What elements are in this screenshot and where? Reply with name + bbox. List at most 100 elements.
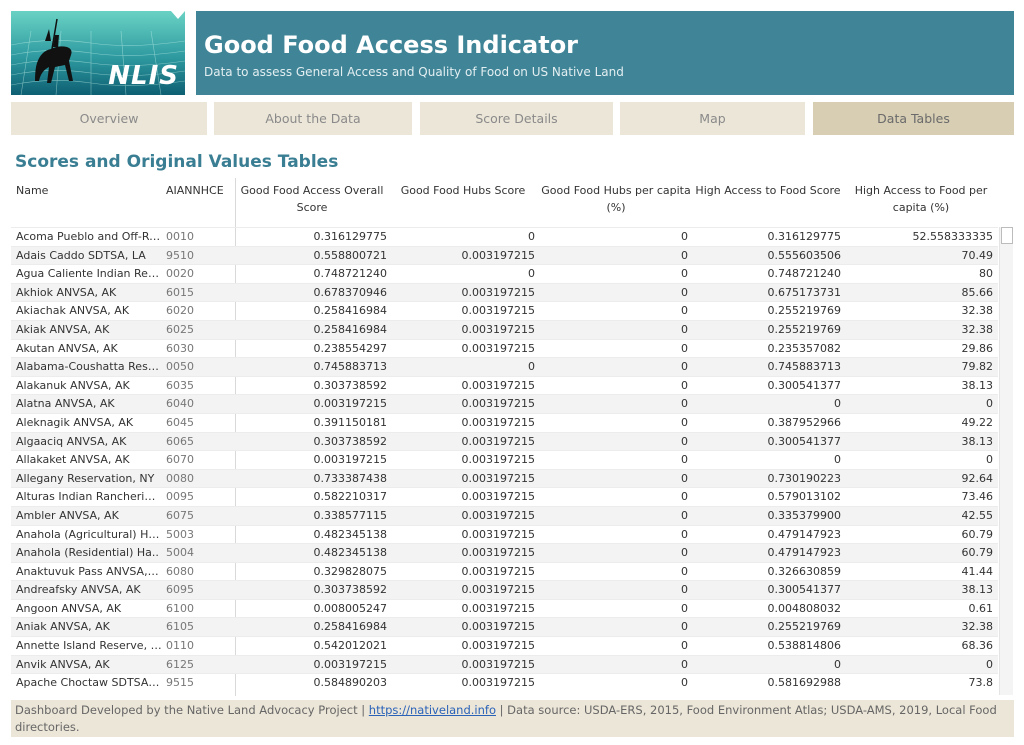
table-row[interactable]: Angoon ANVSA, AK 6100 0.008005247 0.0031972… [11, 598, 998, 618]
tab-overview[interactable]: Overview [11, 102, 207, 135]
cell-hubs: 0 [528, 267, 535, 281]
table-row[interactable]: Akhiok ANVSA, AK 6015 0.678370946 0.0031972… [11, 282, 998, 302]
table-row[interactable]: Aniak ANVSA, AK 6105 0.258416984 0.00319721… [11, 617, 998, 637]
cell-high: 0 [834, 453, 841, 467]
cell-high: 0.675173731 [767, 285, 841, 299]
cell-name: Aniak ANVSA, AK [16, 620, 110, 634]
table-row[interactable]: Alatna ANVSA, AK 6040 0.003197215 0.0031972… [11, 394, 998, 413]
table-row[interactable]: Akutan ANVSA, AK 6030 0.238554297 0.0031972… [11, 338, 998, 358]
cell-high-pc: 68.36 [961, 639, 994, 653]
table-row[interactable]: Algaaciq ANVSA, AK 6065 0.303738592 0.00319… [11, 431, 998, 451]
table-row[interactable]: Allakaket ANVSA, AK 6070 0.003197215 0.0031… [11, 450, 998, 469]
cell-high-pc: 52.558333335 [912, 230, 993, 243]
cell-name: Anvik ANVSA, AK [16, 657, 110, 671]
table-row[interactable]: Akiachak ANVSA, AK 6020 0.258416984 0.00319… [11, 301, 998, 320]
column-header-high-access-per-capita[interactable]: High Access to Food per capita (%) [851, 182, 991, 216]
column-header-name[interactable]: Name [16, 182, 48, 199]
nlis-logo[interactable]: NLIS [11, 11, 185, 95]
table-row[interactable]: Anahola (Agricultural) Ha.. 5003 0.4823451… [11, 524, 998, 544]
cell-hubs-pc: 0 [681, 267, 688, 281]
vertical-scrollbar[interactable] [999, 227, 1013, 695]
cell-hubs-pc: 0 [681, 304, 688, 318]
table-row[interactable]: Alakanuk ANVSA, AK 6035 0.303738592 0.00319… [11, 375, 998, 395]
cell-name: Agua Caliente Indian Rese.. [16, 267, 162, 281]
cell-hubs: 0.003197215 [461, 583, 535, 597]
table-row[interactable]: Ambler ANVSA, AK 6075 0.338577115 0.0031972… [11, 505, 998, 525]
scrollbar-thumb[interactable] [1001, 227, 1013, 244]
table-row[interactable]: Adais Caddo SDTSA, LA 9510 0.558800721 0.00… [11, 245, 998, 265]
cell-high: 0.581692988 [767, 676, 841, 690]
cell-name: Andreafsky ANVSA, AK [16, 583, 141, 597]
table-row[interactable]: Anahola (Residential) Ha.. 5004 0.48234513… [11, 543, 998, 562]
column-header-overall[interactable]: Good Food Access Overall Score [237, 182, 387, 216]
cell-high-pc: 41.44 [961, 564, 994, 578]
cell-hubs: 0.003197215 [461, 620, 535, 634]
tab-about-the-data[interactable]: About the Data [214, 102, 412, 135]
table-row[interactable]: Acoma Pueblo and Off-Re.. 0010 0.316129775… [11, 227, 998, 246]
cell-high: 0.255219769 [767, 322, 841, 336]
cell-name: Anahola (Residential) Ha.. [16, 546, 159, 560]
cell-code: 6025 [166, 322, 194, 336]
table-row[interactable]: Agua Caliente Indian Rese.. 0020 0.7487212… [11, 264, 998, 283]
cell-high-pc: 32.38 [961, 620, 994, 634]
cell-hubs: 0.003197215 [461, 527, 535, 541]
cell-high-pc: 0 [986, 657, 993, 671]
cell-code: 6100 [166, 601, 194, 615]
cell-overall: 0.482345138 [313, 527, 387, 541]
cell-code: 6075 [166, 508, 194, 522]
tab-score-details[interactable]: Score Details [420, 102, 613, 135]
cell-code: 6080 [166, 564, 194, 578]
cell-hubs-pc: 0 [681, 657, 688, 671]
cell-code: 6065 [166, 434, 194, 448]
table-row[interactable]: Allegany Reservation, NY 0080 0.733387438 0… [11, 468, 998, 488]
cell-code: 5003 [166, 527, 194, 541]
title-banner: Good Food Access Indicator Data to asses… [196, 11, 1014, 95]
cell-high: 0.316129775 [767, 230, 841, 243]
cell-hubs: 0.003197215 [461, 285, 535, 299]
cell-hubs-pc: 0 [681, 471, 688, 485]
table-row[interactable]: Apache Choctaw SDTSA, LA 9515 0.584890203 0… [11, 673, 998, 692]
cell-code: 0080 [166, 471, 194, 485]
cell-code: 6020 [166, 304, 194, 318]
cell-hubs: 0.003197215 [461, 397, 535, 411]
tab-data-tables[interactable]: Data Tables [813, 102, 1014, 135]
cell-hubs: 0.003197215 [461, 248, 535, 262]
table-row[interactable]: Annette Island Reserve, AK 0110 0.54201202… [11, 636, 998, 655]
table-row[interactable]: Andreafsky ANVSA, AK 6095 0.303738592 0.003… [11, 580, 998, 599]
cell-hubs: 0.003197215 [461, 657, 535, 671]
cell-high-pc: 49.22 [961, 415, 994, 429]
cell-code: 0010 [166, 230, 194, 243]
cell-overall: 0.733387438 [313, 471, 387, 485]
table-row[interactable]: Akiak ANVSA, AK 6025 0.258416984 0.00319721… [11, 319, 998, 339]
cell-high: 0.255219769 [767, 620, 841, 634]
cell-high: 0.004808032 [767, 601, 841, 615]
cell-hubs-pc: 0 [681, 546, 688, 560]
cell-hubs: 0.003197215 [461, 378, 535, 392]
cell-high-pc: 79.82 [961, 360, 994, 374]
cell-overall: 0.258416984 [313, 620, 387, 634]
column-header-hubs-per-capita[interactable]: Good Food Hubs per capita (%) [541, 182, 691, 216]
cell-overall: 0.303738592 [313, 434, 387, 448]
table-row[interactable]: Anvik ANVSA, AK 6125 0.003197215 0.00319721… [11, 654, 998, 674]
cell-high-pc: 92.64 [961, 471, 994, 485]
table-row[interactable]: Anaktuvuk Pass ANVSA, AK 6080 0.329828075 0… [11, 561, 998, 581]
cell-code: 6030 [166, 341, 194, 355]
table-row[interactable]: Aleknagik ANVSA, AK 6045 0.391150181 0.0031… [11, 412, 998, 432]
cell-high-pc: 38.13 [961, 583, 994, 597]
page-title: Good Food Access Indicator [204, 31, 579, 59]
cell-hubs: 0.003197215 [461, 564, 535, 578]
cell-overall: 0.238554297 [313, 341, 387, 355]
table-row[interactable]: Alturas Indian Rancheria, .. 0095 0.582210… [11, 487, 998, 506]
column-header-code[interactable]: AIANNHCE [166, 182, 224, 199]
tab-map[interactable]: Map [620, 102, 805, 135]
cell-overall: 0.008005247 [313, 601, 387, 615]
cell-hubs-pc: 0 [681, 397, 688, 411]
cell-hubs-pc: 0 [681, 564, 688, 578]
cell-hubs-pc: 0 [681, 527, 688, 541]
cell-overall: 0.258416984 [313, 304, 387, 318]
column-header-hubs[interactable]: Good Food Hubs Score [397, 182, 529, 199]
table-row[interactable]: Alabama-Coushatta Reser.. 0050 0.745883713… [11, 357, 998, 376]
column-header-high-access[interactable]: High Access to Food Score [695, 182, 841, 199]
footer-link[interactable]: https://nativeland.info [369, 703, 496, 717]
cell-hubs: 0.003197215 [461, 601, 535, 615]
